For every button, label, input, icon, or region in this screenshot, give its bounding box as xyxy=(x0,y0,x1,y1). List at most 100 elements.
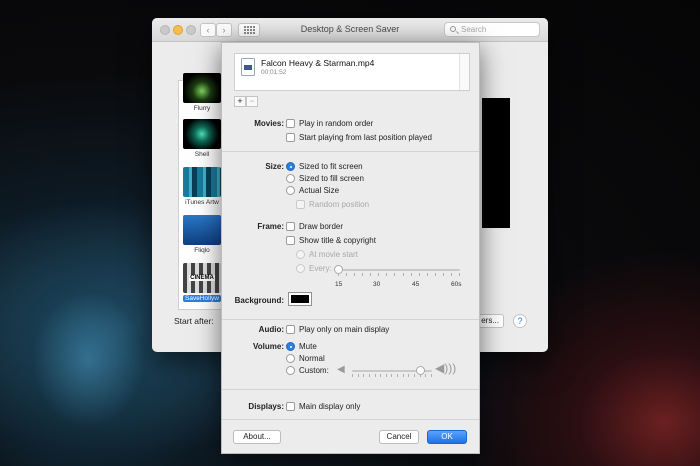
random-position-checkbox[interactable]: Random position xyxy=(296,200,369,209)
saver-label: Shell xyxy=(194,151,210,158)
movie-options-sheet: Falcon Heavy & Starman.mp4 00:01:52 + − … xyxy=(221,42,480,454)
section-divider xyxy=(222,319,479,320)
tick-label: 30 xyxy=(373,281,381,288)
section-divider xyxy=(222,419,479,420)
radio-selected xyxy=(286,342,295,351)
show-title-checkbox[interactable]: Show title & copyright xyxy=(286,236,376,245)
file-name: Falcon Heavy & Starman.mp4 xyxy=(261,58,375,68)
screensaver-preview xyxy=(482,98,510,228)
saver-label-selected: SaveHollyw xyxy=(183,295,221,302)
tick-label: 45 xyxy=(412,281,420,288)
slider-knob[interactable] xyxy=(415,366,425,375)
radio xyxy=(286,174,295,183)
add-movie-button[interactable]: + xyxy=(234,96,246,107)
draw-border-checkbox[interactable]: Draw border xyxy=(286,222,343,231)
section-divider xyxy=(222,389,479,390)
checkbox-box xyxy=(286,236,295,245)
frame-label: Frame: xyxy=(257,222,284,231)
cancel-button[interactable]: Cancel xyxy=(379,430,419,444)
movie-file-list[interactable]: Falcon Heavy & Starman.mp4 00:01:52 xyxy=(234,53,470,91)
radio xyxy=(286,186,295,195)
volume-mute-label: Mute xyxy=(299,342,317,351)
random-order-label: Play in random order xyxy=(299,119,374,128)
help-button[interactable]: ? xyxy=(513,314,527,328)
speaker-high-icon: ◀))) xyxy=(435,361,457,375)
fliqlo-thumbnail xyxy=(183,215,221,245)
background-label: Background: xyxy=(234,296,284,305)
size-actual-radio[interactable]: Actual Size xyxy=(286,186,339,195)
list-item-saveholly[interactable]: CINEMA SaveHollyw xyxy=(183,263,221,302)
audio-label: Audio: xyxy=(258,325,284,334)
speaker-low-icon: ◀ xyxy=(337,364,345,375)
size-actual-label: Actual Size xyxy=(299,186,340,195)
remove-movie-button[interactable]: − xyxy=(246,96,258,107)
volume-normal-radio[interactable]: Normal xyxy=(286,354,325,363)
size-label: Size: xyxy=(265,162,284,171)
size-fit-label: Sized to fit screen xyxy=(299,162,363,171)
search-placeholder: Search xyxy=(461,25,487,34)
checkbox-box xyxy=(286,325,295,334)
volume-custom-radio[interactable]: Custom: xyxy=(286,366,329,375)
section-divider xyxy=(222,151,479,152)
display-main-only-checkbox[interactable]: Main display only xyxy=(286,402,360,411)
random-order-checkbox[interactable]: Play in random order xyxy=(286,119,373,128)
resume-position-checkbox[interactable]: Start playing from last position played xyxy=(286,133,432,142)
itunes-artwork-thumbnail xyxy=(183,167,221,197)
file-duration: 00:01:52 xyxy=(261,69,287,76)
checkbox-box xyxy=(296,200,305,209)
volume-custom-label: Custom: xyxy=(299,366,329,375)
shell-thumbnail xyxy=(183,119,221,149)
window-titlebar: ‹ › Desktop & Screen Saver Search xyxy=(152,18,548,42)
radio-selected xyxy=(286,162,295,171)
screensaver-list[interactable]: Flurry Shell iTunes Artw Fliqlo CINEMA S… xyxy=(178,73,224,310)
movies-label: Movies: xyxy=(254,119,284,128)
checkbox-box xyxy=(286,222,295,231)
radio xyxy=(286,354,295,363)
saver-label: Fliqlo xyxy=(194,247,210,254)
background-color-well[interactable] xyxy=(288,292,312,306)
cinema-thumbnail: CINEMA xyxy=(183,263,221,293)
audio-main-only-checkbox[interactable]: Play only on main display xyxy=(286,325,389,334)
checkbox-box xyxy=(286,119,295,128)
about-button[interactable]: About... xyxy=(233,430,281,444)
list-scrollbar[interactable] xyxy=(459,54,469,90)
list-item-shell[interactable]: Shell xyxy=(183,119,221,158)
random-position-label: Random position xyxy=(309,200,370,209)
cinema-text: CINEMA xyxy=(189,275,215,281)
size-fill-label: Sized to fill screen xyxy=(299,174,364,183)
list-item-flurry[interactable]: Flurry xyxy=(183,73,221,112)
volume-mute-radio[interactable]: Mute xyxy=(286,342,317,351)
radio xyxy=(286,366,295,375)
search-input[interactable]: Search xyxy=(444,22,540,37)
volume-normal-label: Normal xyxy=(299,354,325,363)
flurry-thumbnail xyxy=(183,73,221,103)
background-color-swatch xyxy=(291,295,309,303)
checkbox-box xyxy=(286,402,295,411)
list-item-fliqlo[interactable]: Fliqlo xyxy=(183,215,221,254)
size-fit-radio[interactable]: Sized to fit screen xyxy=(286,162,363,171)
at-movie-start-radio[interactable]: At movie start xyxy=(296,250,358,259)
show-title-label: Show title & copyright xyxy=(299,236,376,245)
tick-label: 15 xyxy=(335,281,343,288)
list-item[interactable]: Falcon Heavy & Starman.mp4 00:01:52 xyxy=(239,57,465,79)
display-main-only-label: Main display only xyxy=(299,402,361,411)
displays-label: Displays: xyxy=(248,402,284,411)
slider-ticks xyxy=(338,273,460,276)
search-icon xyxy=(450,26,456,32)
tick-label: 60s xyxy=(451,281,462,288)
every-radio[interactable]: Every: xyxy=(296,264,332,273)
slider-track xyxy=(338,269,460,271)
list-item-itunes-artwork[interactable]: iTunes Artw xyxy=(183,167,221,206)
audio-main-only-label: Play only on main display xyxy=(299,325,390,334)
draw-border-label: Draw border xyxy=(299,222,344,231)
ok-button[interactable]: OK xyxy=(427,430,467,444)
volume-label: Volume: xyxy=(253,342,284,351)
size-fill-radio[interactable]: Sized to fill screen xyxy=(286,174,364,183)
video-file-icon xyxy=(241,58,255,76)
every-label: Every: xyxy=(309,264,332,273)
saver-label: Flurry xyxy=(193,105,211,112)
at-movie-start-label: At movie start xyxy=(309,250,358,259)
start-after-label: Start after: xyxy=(174,316,214,326)
resume-position-label: Start playing from last position played xyxy=(299,133,432,142)
saver-label: iTunes Artw xyxy=(185,199,219,206)
